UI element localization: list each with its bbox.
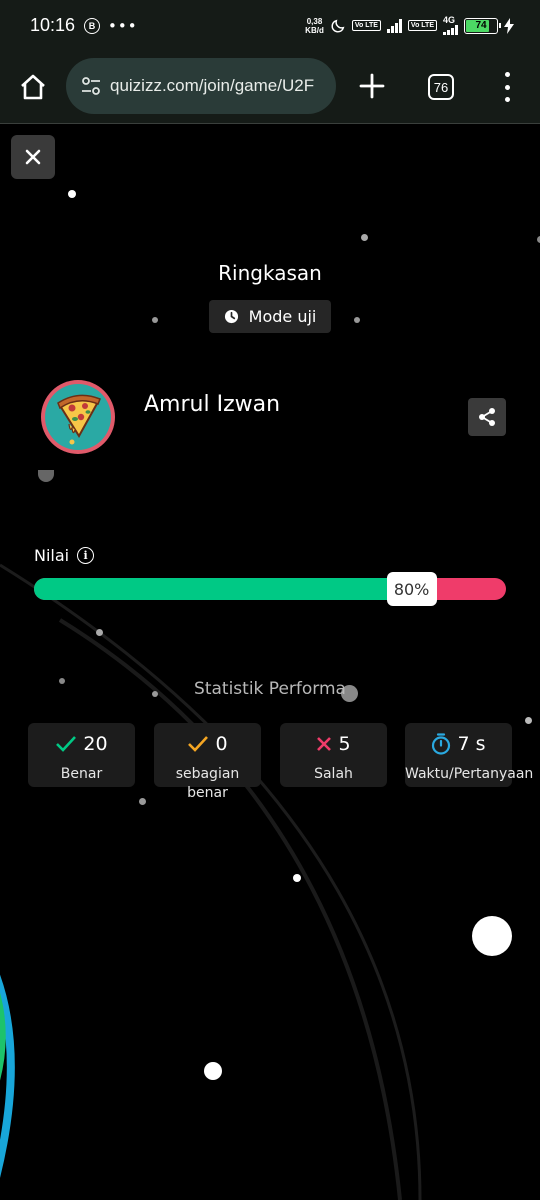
star-dot: [139, 798, 146, 805]
pizza-avatar-icon: [57, 394, 101, 445]
b-notification-icon: B: [84, 18, 100, 34]
browser-toolbar: quizizz.com/join/game/U2F 76: [0, 52, 540, 124]
stat-value: 7 s: [457, 733, 486, 755]
moon-icon: [331, 19, 345, 32]
stat-label: Waktu/Pertanyaan: [405, 766, 534, 782]
orbit-decoration: [0, 563, 422, 1200]
stat-card-wrong: 5 Salah: [280, 723, 387, 787]
share-button[interactable]: [468, 398, 506, 436]
star-dot: [68, 190, 76, 198]
star-dot: [472, 916, 512, 956]
share-icon: [479, 408, 495, 426]
stat-value: 0: [215, 733, 228, 755]
stat-label: sebagian benar: [175, 766, 240, 801]
new-tab-icon[interactable]: [356, 70, 388, 102]
cross-icon: [317, 737, 332, 751]
volte-icon: Vo LTE: [351, 20, 381, 31]
summary-title: Ringkasan: [218, 261, 322, 285]
player-name: Amrul Izwan: [144, 392, 281, 417]
status-right-icons: 0,38 KB/d Vo LTE Vo LTE 4G 74: [305, 16, 514, 35]
clock-icon: [224, 309, 238, 324]
mode-label: Mode uji: [248, 307, 317, 326]
close-button[interactable]: [11, 135, 55, 179]
url-bar[interactable]: quizizz.com/join/game/U2F: [66, 58, 336, 114]
score-percent-badge: 80%: [386, 572, 437, 606]
battery-icon: 74: [464, 17, 501, 34]
star-dot: [204, 1062, 222, 1080]
signal-icon: [386, 18, 402, 33]
check-icon: [56, 736, 77, 752]
status-time: 10:16: [30, 15, 76, 35]
stat-label: Benar: [60, 766, 103, 782]
status-left-icons: B •••: [84, 17, 138, 35]
star-dot: [152, 317, 158, 323]
stat-value: 5: [338, 733, 351, 755]
stat-card-correct: 20 Benar: [28, 723, 135, 787]
info-icon[interactable]: i: [77, 547, 95, 564]
stat-label: Salah: [314, 766, 353, 782]
stat-card-partial: 0 sebagian benar: [154, 723, 261, 801]
star-dot: [525, 717, 532, 724]
browser-menu-icon[interactable]: [500, 72, 514, 102]
home-icon[interactable]: [18, 72, 48, 102]
tab-switcher-button[interactable]: 76: [428, 74, 454, 100]
score-label: Nilai i: [34, 546, 95, 565]
stopwatch-icon: [432, 733, 451, 755]
stat-value: 20: [83, 733, 108, 755]
charging-icon: [504, 17, 514, 34]
volte-icon-2: Vo LTE: [407, 20, 437, 31]
stats-title: Statistik Performa: [194, 679, 346, 699]
network-type: 4G: [443, 16, 458, 35]
signal-icon-2: [443, 25, 458, 35]
mode-badge: Mode uji: [209, 300, 331, 333]
quiz-summary-screen: Ringkasan Mode uji Amrul Izwan Nilai i 8…: [0, 125, 540, 1200]
score-progress-fill: [34, 578, 412, 600]
close-icon: [25, 149, 41, 165]
network-speed: 0,38 KB/d: [305, 16, 324, 35]
star-dot: [96, 629, 103, 636]
star-dot: [293, 874, 301, 882]
site-settings-icon[interactable]: [80, 75, 102, 97]
stat-card-time: 7 s Waktu/Pertanyaan: [405, 723, 533, 787]
more-notifications-icon: •••: [108, 17, 138, 35]
star-dot: [354, 317, 360, 323]
url-text[interactable]: quizizz.com/join/game/U2F: [110, 76, 314, 96]
status-bar: 10:16 B ••• 0,38 KB/d Vo LTE Vo LTE 4G 7…: [0, 0, 540, 52]
check-icon: [188, 736, 209, 752]
star-dot: [361, 234, 368, 241]
score-progress-bar: 80%: [34, 572, 506, 606]
avatar: [41, 380, 115, 454]
